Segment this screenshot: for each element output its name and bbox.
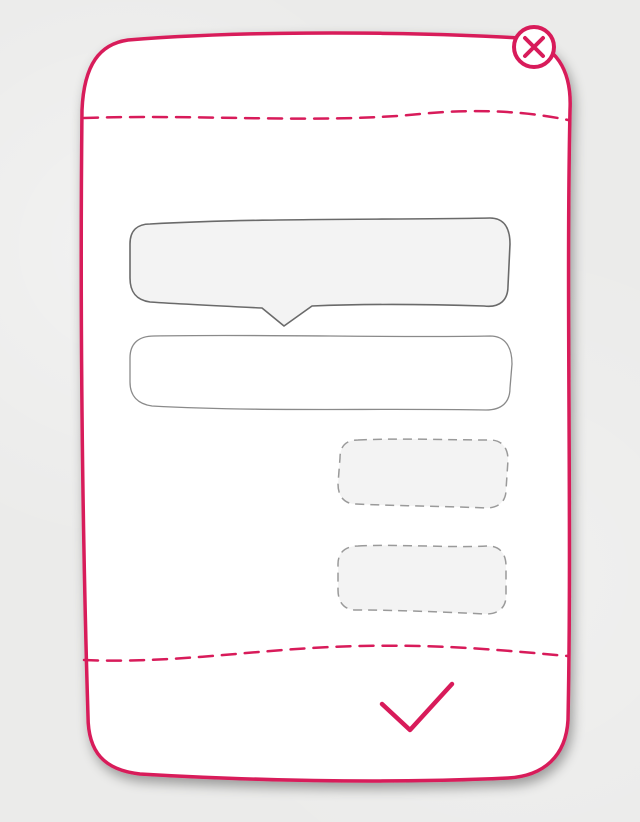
confirm-button[interactable] <box>370 670 465 745</box>
mobile-dialog-wireframe <box>79 25 572 783</box>
option-button-2[interactable] <box>337 544 507 615</box>
close-button[interactable] <box>512 25 556 69</box>
option-button-1[interactable] <box>337 438 509 509</box>
text-input[interactable] <box>129 334 513 411</box>
